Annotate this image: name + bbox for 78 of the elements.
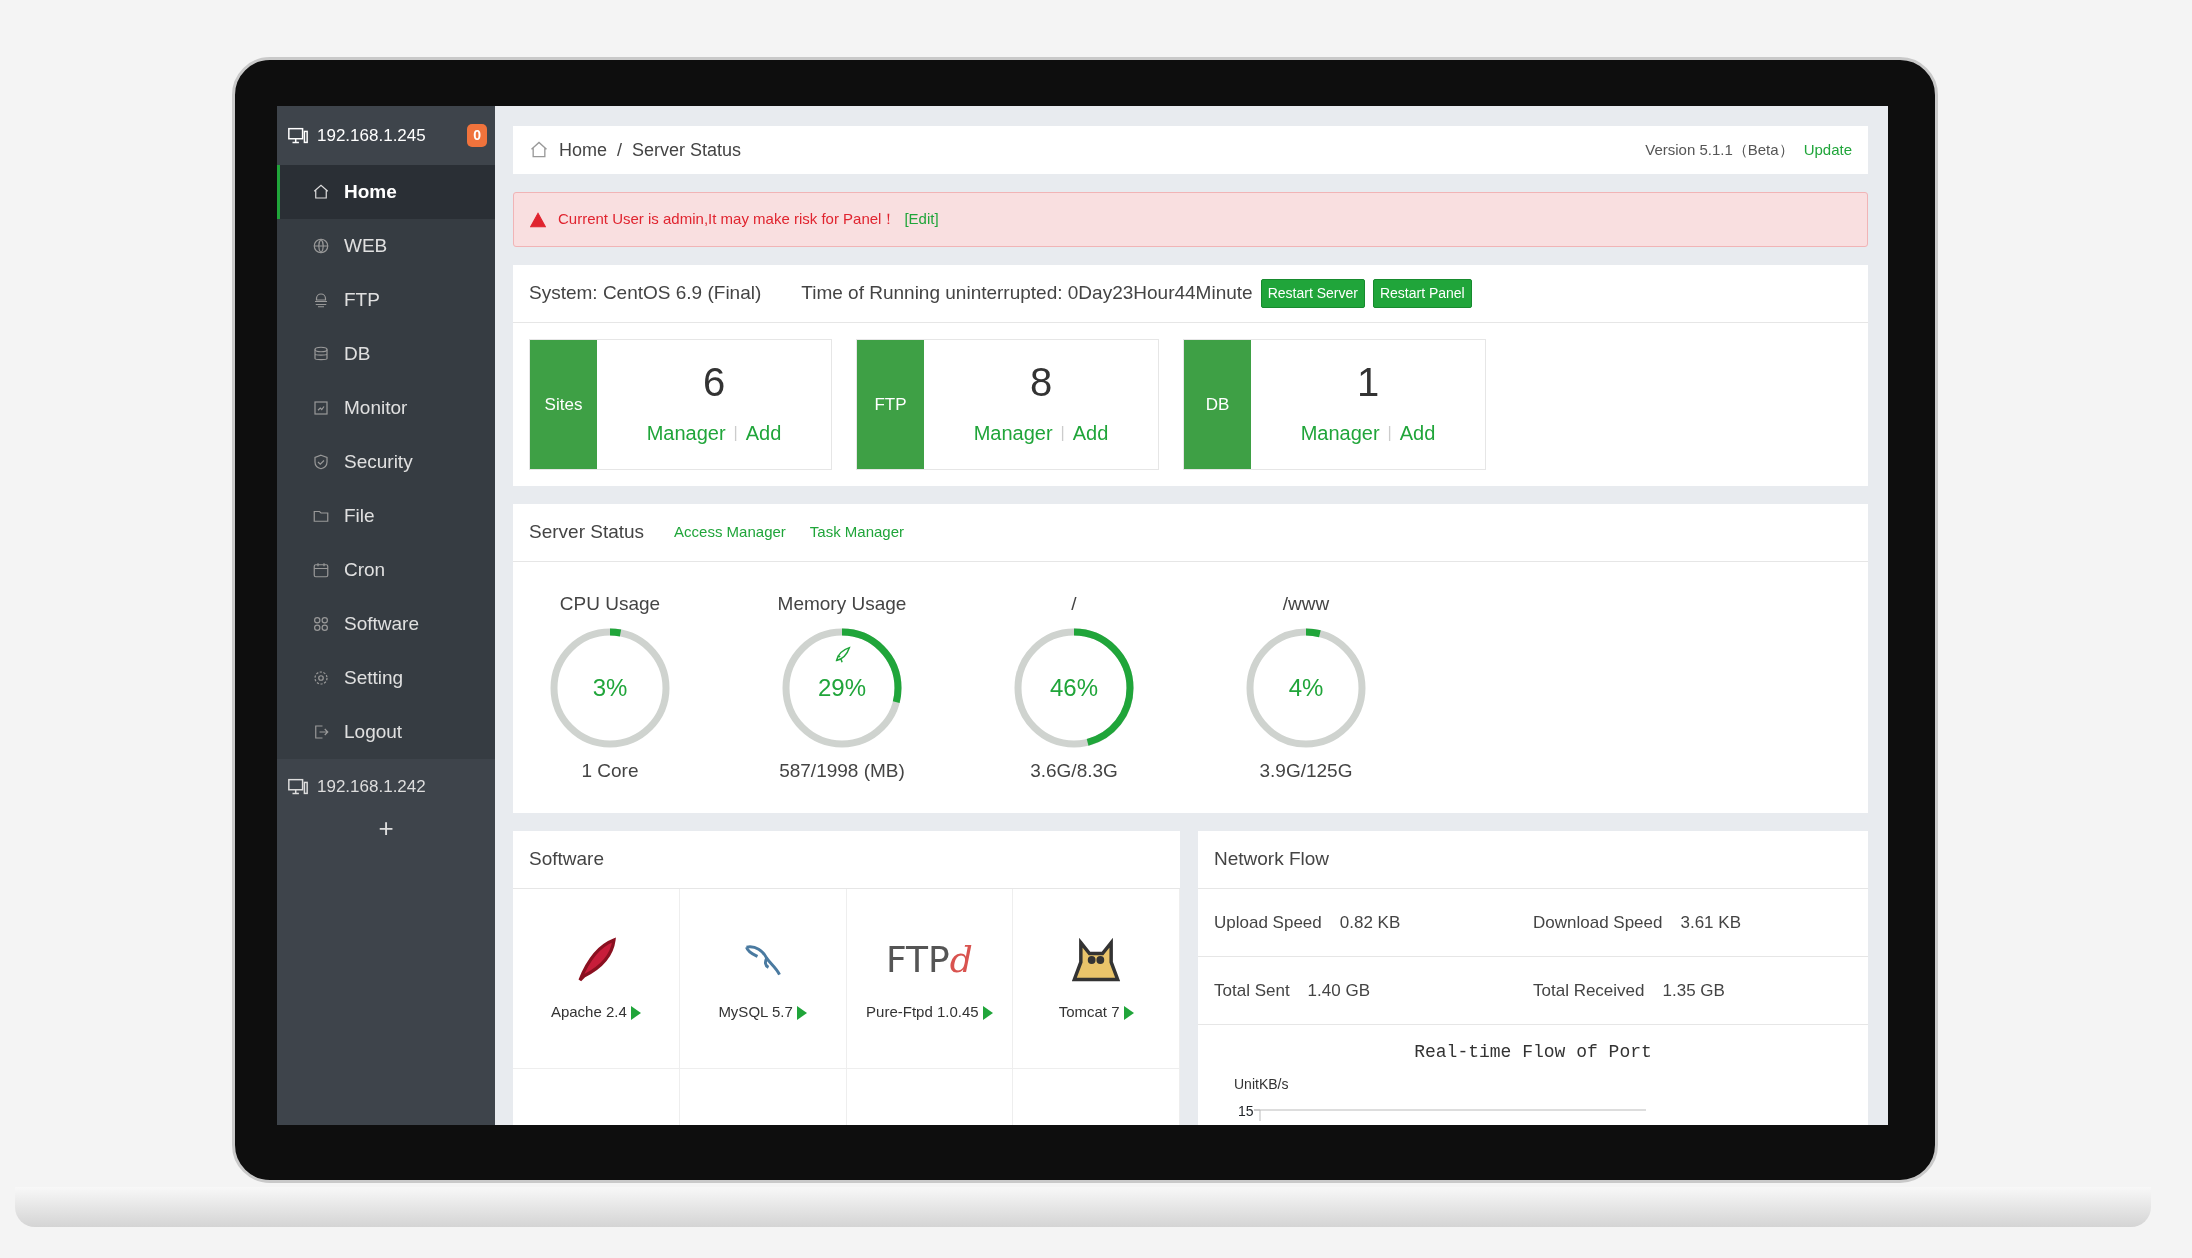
stat-name: Total Sent: [1214, 979, 1290, 1002]
sidebar-item[interactable]: FTP: [277, 273, 495, 327]
home-icon: [312, 183, 330, 201]
sidebar-item[interactable]: Setting: [277, 651, 495, 705]
system-info: System: CentOS 6.9 (Final): [529, 281, 762, 306]
link-divider: |: [1387, 422, 1392, 443]
gauge-detail: 3.9G/125G: [1258, 758, 1354, 783]
server-item[interactable]: 192.168.1.242: [277, 759, 495, 815]
chart-title: Real-time Flow of Port: [1413, 1041, 1653, 1064]
stat-value: 0.82 KB: [1339, 911, 1401, 934]
gauge-title: /www: [1281, 592, 1331, 616]
play-icon: [796, 1005, 807, 1020]
globe-icon: [312, 237, 330, 255]
warning-icon: [530, 211, 546, 228]
play-icon: [982, 1005, 993, 1020]
stat-label: Sites: [530, 340, 597, 469]
stat-name: Total Received: [1533, 979, 1645, 1002]
calendar-icon: [312, 561, 330, 579]
ftpd-logo: FTPd: [885, 938, 973, 983]
gauge-title: Memory Usage: [776, 592, 908, 616]
software-label[interactable]: Pure-Ftpd 1.0.45: [866, 1001, 979, 1024]
sidebar-item[interactable]: Cron: [277, 543, 495, 597]
shield-icon: [312, 453, 330, 471]
breadcrumb-item: Server Status: [632, 138, 742, 162]
sidebar-item[interactable]: DB: [277, 327, 495, 381]
stat-count: 6: [702, 361, 726, 402]
sidebar-item[interactable]: Home: [277, 165, 495, 219]
version-text: Version 5.1.1（Beta）: [1645, 139, 1794, 160]
axis-tick-label: 15: [1238, 1102, 1254, 1121]
gauge-title: CPU Usage: [558, 592, 662, 616]
server-address[interactable]: 192.168.1.245: [317, 122, 426, 149]
database-icon: [312, 345, 330, 363]
software-label[interactable]: Apache 2.4: [550, 1001, 627, 1024]
sidebar-item[interactable]: Security: [277, 435, 495, 489]
stat-name: Upload Speed: [1214, 911, 1322, 934]
stat-value: 1.35 GB: [1662, 979, 1725, 1002]
add-server-button[interactable]: +: [277, 815, 495, 841]
sidebar-item[interactable]: WEB: [277, 219, 495, 273]
gauge-title: /: [1070, 592, 1078, 616]
link-divider: |: [733, 422, 738, 443]
gauge-value: 29%: [816, 672, 867, 703]
gauge-detail: 3.6G/8.3G: [1029, 758, 1119, 783]
chart-icon: [312, 399, 330, 417]
sidebar-item[interactable]: Logout: [277, 705, 495, 759]
grid-icon: [312, 615, 330, 633]
gauge-value: 3%: [591, 672, 629, 703]
stat-name: Download Speed: [1533, 911, 1663, 934]
link-divider: |: [1060, 422, 1065, 443]
uptime-text: Time of Running uninterrupted: 0Day23Hour44Minute: [801, 281, 1253, 306]
gauge-value: 46%: [1048, 672, 1099, 703]
stat-count: 1: [1356, 361, 1380, 402]
warning-message: Current User is admin,It may make risk for Panel！: [558, 209, 897, 230]
play-icon: [1123, 1005, 1134, 1020]
stat-label: FTP: [857, 340, 924, 469]
gauge-value: 4%: [1287, 672, 1325, 703]
play-icon: [630, 1005, 641, 1020]
sidebar-item[interactable]: Monitor: [277, 381, 495, 435]
gauge-detail: 587/1998 (MB): [778, 758, 906, 783]
gauge-detail: 1 Core: [580, 758, 640, 783]
panel-title: Server Status: [529, 520, 645, 545]
settings-icon: [312, 669, 330, 687]
home-icon: [529, 140, 549, 160]
stat-value: 3.61 KB: [1680, 911, 1741, 934]
panel-title: Software: [513, 831, 1180, 889]
server-icon: [312, 291, 330, 309]
stat-count: 8: [1029, 361, 1053, 402]
panel-title: Network Flow: [1198, 831, 1868, 889]
logout-icon: [312, 723, 330, 741]
stat-value: 1.40 GB: [1307, 979, 1370, 1002]
notification-badge: 0: [467, 124, 487, 147]
sidebar-item[interactable]: Software: [277, 597, 495, 651]
stat-label: DB: [1184, 340, 1251, 469]
software-label[interactable]: MySQL 5.7: [718, 1001, 793, 1024]
breadcrumb-item[interactable]: Home: [559, 136, 607, 164]
unit-label: UnitKB/s: [1234, 1075, 1290, 1094]
software-label[interactable]: Tomcat 7: [1058, 1001, 1120, 1024]
sidebar-item[interactable]: File: [277, 489, 495, 543]
breadcrumb-separator: /: [617, 138, 623, 162]
